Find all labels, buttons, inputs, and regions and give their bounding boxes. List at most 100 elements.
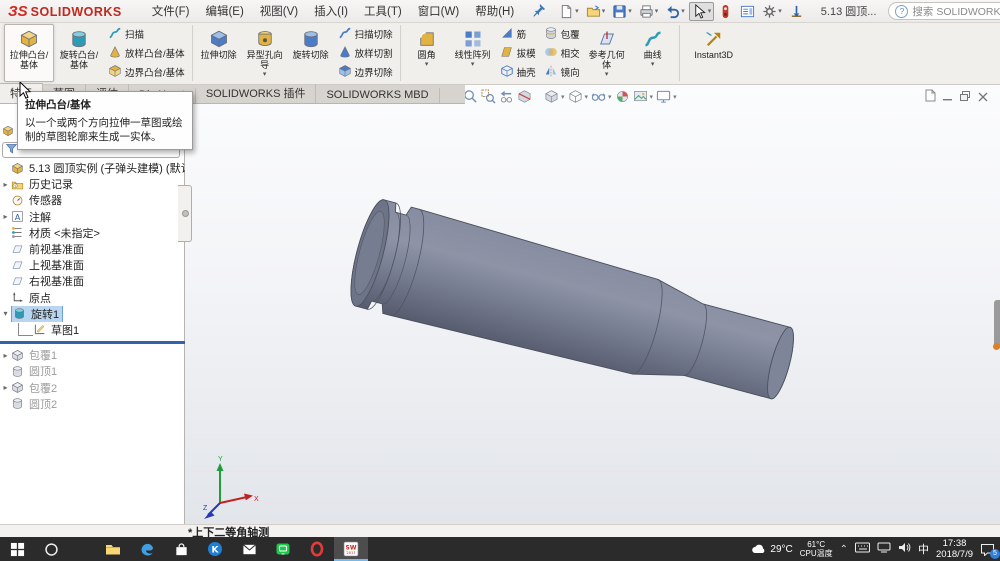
ribbon-button-rib[interactable]: 筋 bbox=[497, 26, 539, 43]
tree-item-2[interactable]: ▸ A 注解 bbox=[0, 209, 185, 225]
taskbar-explorer-button[interactable] bbox=[96, 537, 130, 561]
taskbar-solidworks-button[interactable]: SW 2017 bbox=[334, 537, 368, 561]
hide-show-items-button[interactable]: ▾ bbox=[591, 89, 612, 104]
display-pane-button[interactable] bbox=[737, 2, 758, 21]
tree-expand-arrow[interactable]: ▾ bbox=[0, 309, 11, 318]
ribbon-button-cut-loft[interactable]: 放样切割 bbox=[335, 45, 396, 62]
taskbar-iqiyi-button[interactable] bbox=[266, 537, 300, 561]
ime-indicator[interactable]: 中 bbox=[918, 541, 929, 557]
select-cursor-button[interactable]: ▾ bbox=[688, 1, 715, 21]
new-doc-dropdown-icon[interactable]: ▾ bbox=[575, 7, 579, 15]
curves-dropdown-icon[interactable]: ▾ bbox=[651, 61, 655, 69]
ribbon-button-draft[interactable]: 拔模 bbox=[497, 45, 539, 62]
ribbon-button-fillet[interactable]: 圆角 ▾ bbox=[404, 24, 450, 82]
taskbar-mail-button[interactable] bbox=[232, 537, 266, 561]
print-button[interactable]: ▾ bbox=[636, 2, 662, 21]
display-style-dropdown-icon[interactable]: ▾ bbox=[585, 93, 589, 101]
tree-item-6[interactable]: 右视基准面 bbox=[0, 273, 185, 289]
ribbon-button-extrude[interactable]: 拉伸凸台/基体 bbox=[4, 24, 54, 82]
menu-item-0[interactable]: 文件(F) bbox=[144, 1, 198, 21]
tree-item-7[interactable]: 原点 bbox=[0, 290, 185, 306]
network-icon[interactable] bbox=[877, 542, 891, 556]
print-dropdown-icon[interactable]: ▾ bbox=[655, 7, 659, 15]
tray-expand-chevron[interactable]: ⌃ bbox=[840, 544, 848, 555]
child-restore-button[interactable] bbox=[960, 89, 971, 107]
zoom-area-button[interactable] bbox=[481, 89, 496, 104]
clock-widget[interactable]: 17:38 2018/7/9 bbox=[936, 538, 973, 561]
view-settings-dropdown-icon[interactable]: ▾ bbox=[673, 93, 677, 101]
ribbon-button-revolve[interactable]: 旋转凸台/基体 bbox=[54, 24, 104, 82]
edit-appearance-button[interactable] bbox=[615, 89, 630, 104]
tree-item-4[interactable]: 前视基准面 bbox=[0, 241, 185, 257]
ribbon-button-refgeom[interactable]: 参考几何体 ▾ bbox=[584, 24, 630, 82]
tab-cm-5[interactable]: SOLIDWORKS MBD bbox=[316, 88, 440, 103]
graphics-viewport[interactable]: Y X Z ▾ ▾ ▾ ▾ ▾ bbox=[185, 85, 1000, 524]
tree-expand-arrow[interactable]: ▸ bbox=[0, 383, 11, 392]
new-doc-button[interactable]: ▾ bbox=[556, 2, 582, 21]
ribbon-button-intersect[interactable]: 相交 bbox=[541, 45, 583, 62]
ribbon-button-cut-revolve[interactable]: 旋转切除 bbox=[288, 24, 334, 82]
bullet-cartridge-model[interactable] bbox=[343, 197, 803, 419]
ribbon-button-curves[interactable]: 曲线 ▾ bbox=[630, 24, 676, 82]
ribbon-button-shell[interactable]: 抽壳 bbox=[497, 64, 539, 81]
search-box[interactable]: ? 搜索 SOLIDWORKS 帮助 ▾ bbox=[888, 2, 1000, 20]
ribbon-button-cut-boundary[interactable]: 边界切除 bbox=[335, 64, 396, 81]
taskbar-edge-button[interactable] bbox=[130, 537, 164, 561]
document-window-icon[interactable] bbox=[924, 89, 936, 107]
taskbar-k-app-button[interactable]: K bbox=[198, 537, 232, 561]
fillet-dropdown-icon[interactable]: ▾ bbox=[425, 61, 429, 69]
select-cursor-dropdown-icon[interactable]: ▾ bbox=[708, 7, 712, 15]
menu-item-4[interactable]: 工具(T) bbox=[356, 1, 410, 21]
tab-cm-4[interactable]: SOLIDWORKS 插件 bbox=[196, 84, 317, 103]
apply-scene-dropdown-icon[interactable]: ▾ bbox=[650, 93, 654, 101]
tree-item-0[interactable]: ▸ 历史记录 bbox=[0, 176, 185, 192]
refgeom-dropdown-icon[interactable]: ▾ bbox=[605, 71, 609, 79]
hole-wizard-dropdown-icon[interactable]: ▾ bbox=[263, 71, 267, 79]
taskbar-opera-button[interactable] bbox=[300, 537, 334, 561]
tree-item-11[interactable]: ▸ 包覆1 bbox=[0, 347, 185, 363]
tree-item-9[interactable]: 草图1 bbox=[0, 322, 185, 338]
tree-expand-arrow[interactable]: ▸ bbox=[0, 212, 11, 221]
options-gear-button[interactable]: ▾ bbox=[759, 2, 785, 21]
tree-item-8[interactable]: ▾ 旋转1 bbox=[0, 305, 185, 322]
tree-selected-item[interactable]: 旋转1 bbox=[11, 305, 64, 322]
ribbon-button-cut-sweep[interactable]: 扫描切除 bbox=[335, 26, 396, 43]
ribbon-button-cut-extrude[interactable]: 拉伸切除 bbox=[196, 24, 242, 82]
hide-show-items-dropdown-icon[interactable]: ▾ bbox=[608, 93, 612, 101]
ribbon-button-sweep[interactable]: 扫描 bbox=[105, 26, 188, 43]
panel-splitter-handle[interactable] bbox=[178, 185, 192, 242]
view-settings-button[interactable]: ▾ bbox=[656, 89, 677, 104]
save-dropdown-icon[interactable]: ▾ bbox=[628, 7, 632, 15]
taskbar-cortana-button[interactable] bbox=[34, 537, 68, 561]
tree-expand-arrow[interactable]: ▸ bbox=[0, 351, 11, 360]
apply-scene-button[interactable]: ▾ bbox=[633, 89, 654, 104]
ribbon-button-loft[interactable]: 放样凸台/基体 bbox=[105, 45, 188, 62]
undo-button[interactable]: ▾ bbox=[662, 2, 688, 21]
menu-item-3[interactable]: 插入(I) bbox=[306, 1, 356, 21]
cpu-temp-widget[interactable]: 61°C CPU温度 bbox=[800, 540, 833, 558]
previous-view-button[interactable] bbox=[499, 89, 514, 104]
ribbon-button-wrap[interactable]: 包覆 bbox=[541, 26, 583, 43]
ribbon-button-instant3d[interactable]: Instant3D bbox=[683, 24, 745, 82]
open-dropdown-icon[interactable]: ▾ bbox=[602, 7, 606, 15]
tree-item-5[interactable]: 上视基准面 bbox=[0, 257, 185, 273]
tree-item-3[interactable]: 材质 <未指定> bbox=[0, 225, 185, 241]
tree-root-item[interactable]: 5.13 圆顶实例 (子弹头建模) (默认<<默 bbox=[0, 160, 185, 176]
menu-item-6[interactable]: 帮助(H) bbox=[467, 1, 522, 21]
view-orientation-button[interactable]: ▾ bbox=[544, 89, 565, 104]
undo-dropdown-icon[interactable]: ▾ bbox=[681, 7, 685, 15]
notification-center-button[interactable]: 5 bbox=[980, 543, 1000, 559]
menu-item-1[interactable]: 编辑(E) bbox=[197, 1, 251, 21]
volume-icon[interactable] bbox=[898, 542, 911, 556]
measure-tool-button[interactable] bbox=[786, 2, 807, 21]
search-input[interactable]: 搜索 SOLIDWORKS 帮助 bbox=[912, 4, 1000, 19]
rollback-bar[interactable] bbox=[0, 341, 185, 345]
ribbon-button-pattern[interactable]: 线性阵列 ▾ bbox=[450, 24, 496, 82]
task-pane-handle[interactable] bbox=[993, 300, 1000, 350]
selection-filter-button[interactable] bbox=[715, 2, 736, 21]
feature-manager-tab-icon[interactable] bbox=[2, 125, 14, 140]
open-button[interactable]: ▾ bbox=[583, 2, 609, 21]
menu-item-2[interactable]: 视图(V) bbox=[252, 1, 306, 21]
weather-widget[interactable]: 29°C bbox=[751, 543, 793, 555]
tree-item-14[interactable]: 圆顶2 bbox=[0, 396, 185, 412]
